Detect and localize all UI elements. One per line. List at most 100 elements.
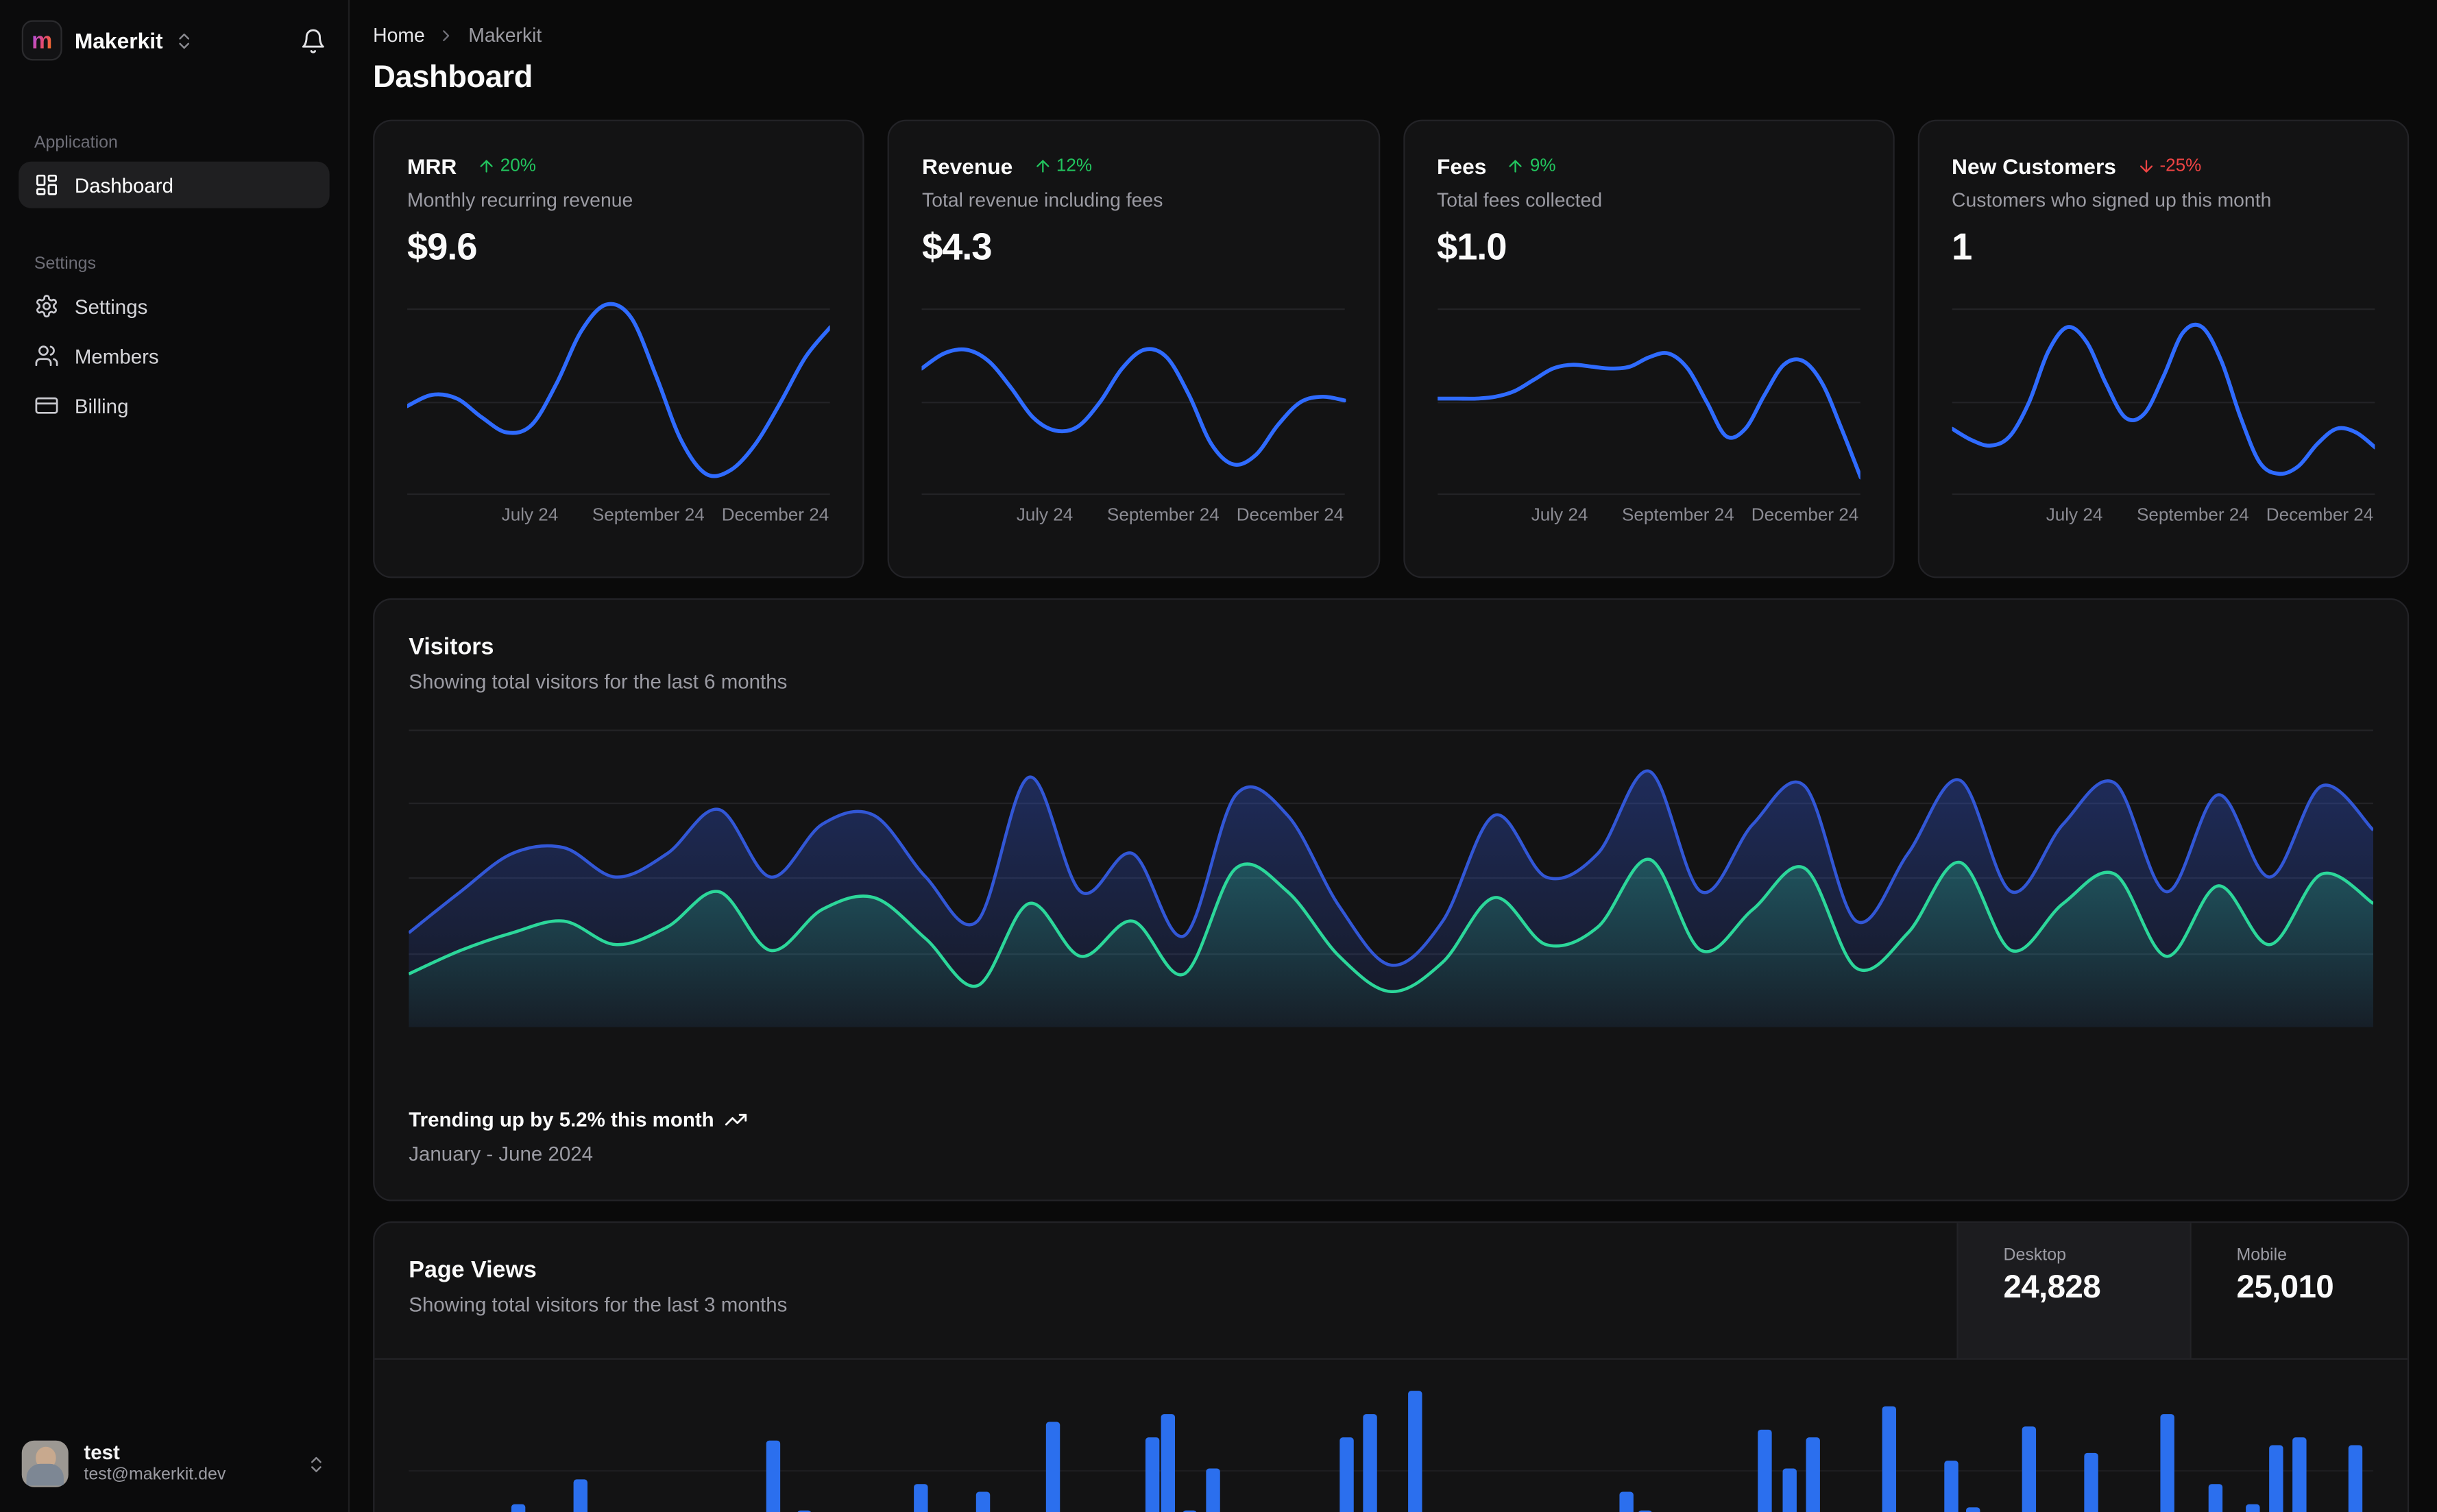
visitors-subtitle: Showing total visitors for the last 6 mo… <box>409 670 788 694</box>
visitors-area-chart <box>407 721 2375 1027</box>
bar <box>511 1504 525 1512</box>
stat-description: Monthly recurring revenue <box>407 189 633 212</box>
revenue-sparkline-chart <box>920 302 1348 496</box>
bar <box>766 1440 781 1512</box>
arrow-up-icon <box>477 156 496 175</box>
visitors-footer-trend: Trending up by 5.2% this month <box>409 1108 714 1132</box>
bar <box>1339 1437 1355 1512</box>
app-root: m Makerkit Application Dashboard Setting… <box>0 0 2437 1512</box>
bar <box>2084 1452 2099 1512</box>
stats-grid: MRR 20% Monthly recurring revenue $9.6 J… <box>373 119 2410 578</box>
chevrons-up-down-icon <box>306 1454 326 1474</box>
makerkit-logo-icon: m <box>21 20 62 61</box>
bar <box>1206 1468 1221 1512</box>
mrr-sparkline-chart <box>405 302 833 496</box>
workspace-switcher[interactable]: Makerkit <box>75 28 163 53</box>
avatar <box>21 1440 69 1487</box>
visitors-footer-range: January - June 2024 <box>409 1142 594 1166</box>
sidebar: m Makerkit Application Dashboard Setting… <box>0 0 350 1512</box>
bar <box>2245 1504 2260 1512</box>
page-views-card: Page Views Showing total visitors for th… <box>373 1221 2410 1512</box>
arrow-up-icon <box>1507 156 1525 175</box>
bar <box>1782 1468 1796 1512</box>
sidebar-item-label: Members <box>74 344 159 368</box>
main-content: Home Makerkit Dashboard MRR 20% Monthly … <box>350 0 2437 1512</box>
breadcrumb-home-link[interactable]: Home <box>373 25 425 47</box>
user-name: test <box>84 1440 120 1464</box>
stat-value: $4.3 <box>922 227 993 269</box>
stat-description: Total fees collected <box>1437 189 1603 212</box>
stat-value: $9.6 <box>407 227 478 269</box>
bar <box>2022 1426 2036 1512</box>
user-email: test@makerkit.dev <box>84 1465 226 1485</box>
user-menu[interactable]: test test@makerkit.dev <box>19 1437 329 1490</box>
arrow-down-icon <box>2136 156 2155 175</box>
sidebar-item-label: Dashboard <box>74 173 174 197</box>
sidebar-item-dashboard[interactable]: Dashboard <box>19 161 330 208</box>
bar <box>2208 1484 2222 1512</box>
tab-mobile[interactable]: Mobile 25,010 <box>2190 1223 2408 1358</box>
trend-badge: 12% <box>1033 156 1092 175</box>
users-icon <box>34 343 59 368</box>
visitors-card: Visitors Showing total visitors for the … <box>373 598 2410 1202</box>
bar <box>913 1484 928 1512</box>
chevron-right-icon <box>437 27 456 45</box>
tab-value: 25,010 <box>2236 1269 2334 1306</box>
bar <box>2347 1445 2362 1512</box>
sidebar-item-billing[interactable]: Billing <box>19 382 329 429</box>
bar <box>1045 1422 1060 1512</box>
sidebar-item-label: Billing <box>74 393 129 417</box>
trend-badge: -25% <box>2136 156 2201 175</box>
trend-badge: 20% <box>477 156 536 175</box>
new-customers-sparkline-chart <box>1950 302 2377 496</box>
breadcrumb-current: Makerkit <box>468 25 542 47</box>
fees-sparkline-chart <box>1435 302 1863 496</box>
page-title: Dashboard <box>373 60 533 95</box>
stat-value: 1 <box>1952 227 1972 269</box>
notifications-bell-icon[interactable] <box>300 27 327 54</box>
bar <box>2161 1414 2175 1512</box>
bar <box>2292 1437 2307 1512</box>
section-label-application: Application <box>34 133 118 153</box>
stat-title: MRR <box>407 153 457 178</box>
bar <box>1966 1507 1981 1512</box>
bar <box>1758 1429 1773 1512</box>
bar <box>2269 1445 2283 1512</box>
bar <box>1363 1414 1378 1512</box>
stat-card-fees: Fees 9% Total fees collected $1.0 July 2… <box>1403 119 1895 578</box>
bar <box>1945 1461 1959 1512</box>
visitors-title: Visitors <box>409 634 494 661</box>
stat-card-mrr: MRR 20% Monthly recurring revenue $9.6 J… <box>373 119 865 578</box>
credit-card-icon <box>34 393 59 418</box>
spark-x-labels: July 24 September 24 December 24 <box>1531 507 1859 526</box>
tab-desktop[interactable]: Desktop 24,828 <box>1956 1223 2190 1358</box>
chevrons-up-down-icon[interactable] <box>174 30 194 50</box>
spark-x-labels: July 24 September 24 December 24 <box>2046 507 2374 526</box>
section-label-settings: Settings <box>34 254 97 274</box>
spark-x-labels: July 24 September 24 December 24 <box>1016 507 1344 526</box>
trending-up-icon <box>725 1108 749 1132</box>
tab-label: Desktop <box>2003 1246 2066 1265</box>
stat-title: New Customers <box>1952 153 2116 178</box>
gridline <box>409 1470 2374 1472</box>
stat-description: Customers who signed up this month <box>1952 189 2272 212</box>
sidebar-item-settings[interactable]: Settings <box>19 283 329 330</box>
bar <box>1882 1406 1897 1512</box>
bar <box>1805 1437 1820 1512</box>
stat-card-new-customers: New Customers -25% Customers who signed … <box>1917 119 2410 578</box>
stat-description: Total revenue including fees <box>922 189 1163 212</box>
bar <box>1408 1391 1423 1512</box>
trend-badge: 9% <box>1507 156 1556 175</box>
bar <box>976 1491 991 1512</box>
bar <box>1145 1437 1160 1512</box>
bar <box>573 1479 588 1512</box>
arrow-up-icon <box>1033 156 1052 175</box>
page-views-chart <box>409 1360 2374 1512</box>
page-views-series-tabs: Desktop 24,828 Mobile 25,010 <box>1956 1223 2407 1358</box>
sidebar-item-members[interactable]: Members <box>19 332 329 379</box>
breadcrumb: Home Makerkit <box>373 25 2409 47</box>
stat-title: Revenue <box>922 153 1013 178</box>
spark-x-labels: July 24 September 24 December 24 <box>501 507 829 526</box>
tab-label: Mobile <box>2236 1246 2288 1265</box>
sidebar-item-label: Settings <box>74 294 148 318</box>
